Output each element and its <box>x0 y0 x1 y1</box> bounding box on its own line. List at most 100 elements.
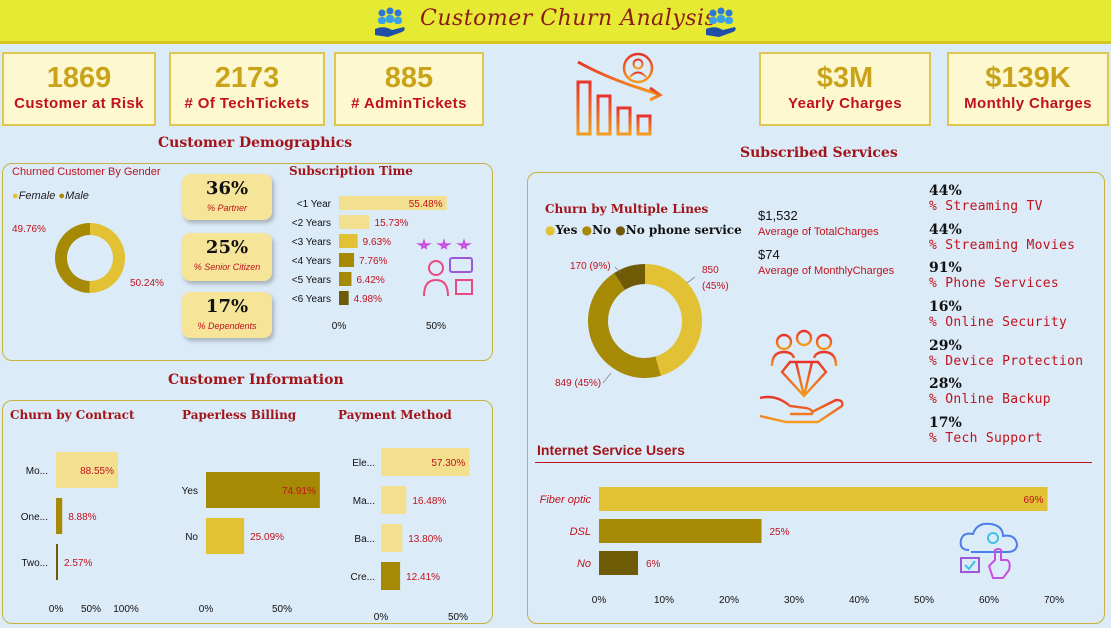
kpi-value: $3M <box>816 62 874 94</box>
payment-bar-chart: Ele... 57.30% Ma... 16.48% Ba... 13.80% Cre...… <box>351 448 470 623</box>
data-label: 88.55% <box>80 466 114 477</box>
data-label: (45%) <box>702 281 729 292</box>
category-label: DSL <box>570 526 591 538</box>
page-title: Customer Churn Analysis <box>420 6 717 31</box>
service-value: 29% <box>929 338 962 354</box>
service-label: % Device Protection <box>929 354 1084 369</box>
diamond-hand-icon <box>759 329 844 424</box>
axis-tick-label: 0% <box>199 604 214 615</box>
axis-tick-label: 100% <box>113 604 139 615</box>
service-label: % Streaming Movies <box>929 238 1076 253</box>
pill-label: % Partner <box>206 203 248 213</box>
contract-bar-chart: Mo... 88.55% One... 8.88% Two... 2.57% 0% 50% 10… <box>21 452 139 615</box>
leader-line <box>686 276 696 284</box>
data-label: 6.42% <box>356 275 384 286</box>
legend-no: No <box>592 223 612 237</box>
subscription-title: Subscription Time <box>289 164 413 178</box>
bar-two- <box>56 544 58 580</box>
axis-tick-label: 0% <box>49 604 64 615</box>
kpi-value: 885 <box>384 62 434 94</box>
category-label: No <box>185 532 198 543</box>
gender-donut-chart: 49.76% 50.24% <box>12 223 164 293</box>
bar--4-years <box>339 253 355 267</box>
paperless-title: Paperless Billing <box>182 408 297 422</box>
data-label: 13.80% <box>408 534 442 545</box>
data-label: 69% <box>1023 495 1043 506</box>
bar-ma- <box>381 486 407 514</box>
bar-dsl <box>599 519 762 543</box>
data-label: 49.76% <box>12 224 46 235</box>
data-label: 12.41% <box>406 572 440 583</box>
kpi-value: 2173 <box>214 62 280 94</box>
axis-tick-label: 20% <box>719 595 739 606</box>
kpi-label: Customer at Risk <box>14 95 144 112</box>
pill-label: % Senior Citizen <box>193 262 261 272</box>
category-label: Ma... <box>353 496 375 507</box>
donut-slice-female <box>89 223 126 293</box>
category-label: Yes <box>182 486 198 497</box>
monthly-charges-label: Average of MonthlyCharges <box>758 265 895 277</box>
kpi-label: Yearly Charges <box>788 95 902 112</box>
category-label: Cre... <box>351 572 375 583</box>
kpi-customer-at-risk: 1869 Customer at Risk <box>2 52 156 126</box>
legend-dot: ● <box>545 223 556 237</box>
category-label: Two... <box>21 558 48 569</box>
services-list: 44%% Streaming TV 44%% Streaming Movies … <box>929 183 1105 453</box>
service-item: 44%% Streaming Movies <box>929 222 1105 260</box>
senior-citizen-card: 25% % Senior Citizen <box>182 233 272 281</box>
customer-service-icon <box>416 238 473 297</box>
service-item: 91%% Phone Services <box>929 260 1105 299</box>
cloud-computing-icon <box>959 522 1019 579</box>
data-label: 6% <box>646 559 661 570</box>
service-value: 44% <box>929 222 962 238</box>
bar--2-years <box>339 215 370 229</box>
legend-no-phone: No phone service <box>625 223 742 237</box>
service-label: % Online Backup <box>929 392 1051 407</box>
axis-tick-label: 0% <box>332 321 347 332</box>
category-label: No <box>577 558 591 570</box>
internet-title: Internet Service Users <box>537 442 685 458</box>
service-item: 44%% Streaming TV <box>929 183 1105 222</box>
category-label: <3 Years <box>292 237 331 248</box>
category-label: <1 Year <box>297 199 332 210</box>
category-label: Ba... <box>354 534 375 545</box>
data-label: 850 <box>702 265 719 276</box>
people-hand-icon <box>706 7 736 37</box>
category-label: <6 Years <box>292 294 331 305</box>
data-label: 16.48% <box>412 496 446 507</box>
kpi-value: $139K <box>985 62 1071 94</box>
multiple-lines-legend: ●Yes ●No ●No phone service <box>545 223 742 237</box>
paperless-bar-chart: Yes 74.91% No 25.09% 0% 50% <box>182 472 320 615</box>
category-label: One... <box>21 512 48 523</box>
service-label: % Streaming TV <box>929 199 1043 214</box>
data-label: 25% <box>770 527 790 538</box>
axis-tick-label: 0% <box>592 595 607 606</box>
axis-tick-label: 50% <box>426 321 446 332</box>
multiple-lines-title: Churn by Multiple Lines <box>545 202 709 216</box>
leader-line <box>602 372 612 384</box>
kpi-tech-tickets: 2173 # Of TechTickets <box>169 52 325 126</box>
bar-one- <box>56 498 63 534</box>
category-label: <4 Years <box>292 256 331 267</box>
dependents-card: 17% % Dependents <box>182 292 272 338</box>
bar-no <box>599 551 638 575</box>
axis-tick-label: 40% <box>849 595 869 606</box>
bar-cre- <box>381 562 401 590</box>
service-value: 28% <box>929 376 962 392</box>
bar--3-years <box>339 234 358 248</box>
axis-tick-label: 70% <box>1044 595 1064 606</box>
service-item: 29%% Device Protection <box>929 338 1105 376</box>
category-label: Fiber optic <box>540 494 592 506</box>
data-label: 849 (45%) <box>555 378 601 389</box>
section-subscribed: Subscribed Services <box>740 145 898 161</box>
data-label: 55.48% <box>409 199 443 210</box>
service-value: 16% <box>929 299 962 315</box>
category-label: Mo... <box>26 466 48 477</box>
payment-title: Payment Method <box>338 408 452 422</box>
contract-title: Churn by Contract <box>10 408 135 422</box>
internet-divider <box>535 462 1092 463</box>
category-label: Ele... <box>352 458 375 469</box>
data-label: 170 (9%) <box>570 261 611 272</box>
data-label: 50.24% <box>130 278 164 289</box>
bar--5-years <box>339 272 352 286</box>
